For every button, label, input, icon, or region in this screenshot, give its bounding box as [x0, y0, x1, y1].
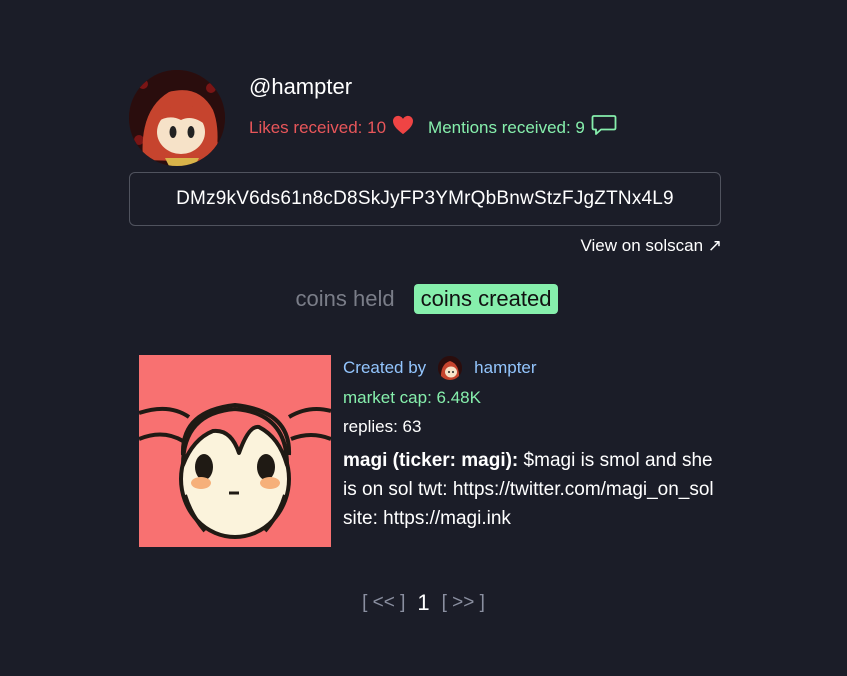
- next-page-button[interactable]: [ >> ]: [442, 592, 485, 614]
- profile-avatar: [129, 70, 225, 166]
- wallet-address-field[interactable]: DMz9kV6ds61n8cD8SkJyFP3YMrQbBnwStzFJgZTN…: [129, 172, 721, 226]
- created-by-row: Created by hampter: [343, 356, 723, 380]
- current-page: 1: [417, 590, 430, 615]
- coin-title: magi (ticker: magi):: [343, 450, 519, 471]
- pagination: [ << ] 1 [ >> ]: [0, 590, 847, 616]
- mentions-label: Mentions received: 9: [428, 117, 585, 137]
- username: @hampter: [249, 74, 353, 99]
- coin-tabs: coins held coins created: [0, 284, 847, 314]
- market-cap: market cap: 6.48K: [343, 388, 481, 407]
- creator-name-link[interactable]: hampter: [474, 358, 536, 378]
- tab-coins-held[interactable]: coins held: [289, 284, 402, 314]
- coin-description: magi (ticker: magi): $magi is smol and s…: [343, 446, 715, 533]
- prev-page-button[interactable]: [ << ]: [362, 592, 405, 614]
- creator-avatar[interactable]: [438, 356, 463, 380]
- tab-coins-created[interactable]: coins created: [413, 284, 559, 314]
- coin-image[interactable]: [139, 355, 331, 547]
- profile-stats: Likes received: 10 Mentions received: 9: [249, 114, 617, 141]
- likes-received: Likes received: 10: [249, 115, 414, 140]
- view-on-solscan-link[interactable]: View on solscan ↗: [580, 236, 722, 256]
- likes-label: Likes received: 10: [249, 117, 387, 137]
- created-by-label: Created by: [343, 358, 427, 377]
- chat-bubble-icon: [585, 114, 617, 141]
- heart-icon: [386, 115, 414, 140]
- coin-info: Created by hampter market cap: 6.48K rep…: [343, 356, 723, 533]
- replies-count: replies: 63: [343, 417, 422, 436]
- mentions-received: Mentions received: 9: [428, 114, 617, 141]
